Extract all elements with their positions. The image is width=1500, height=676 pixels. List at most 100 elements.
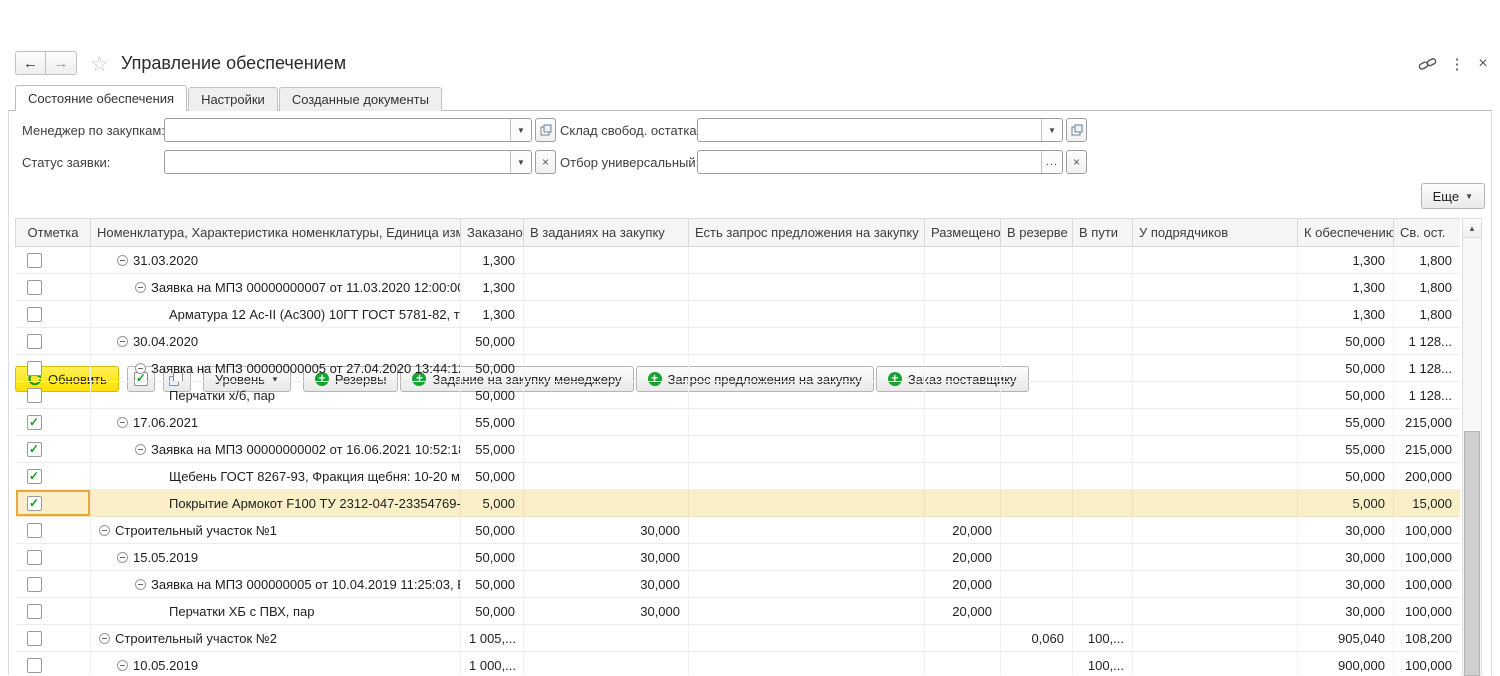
cell-free-rest[interactable]: 100,000	[1394, 652, 1461, 676]
cell-to-provide[interactable]: 1,300	[1298, 274, 1394, 301]
cell-placed[interactable]	[925, 355, 1001, 382]
nomenclature-cell[interactable]: Покрытие Армокот F100 ТУ 2312-047-233547…	[91, 490, 461, 517]
cell-free-rest[interactable]: 1 128...	[1394, 328, 1461, 355]
cell-in-transit[interactable]	[1073, 598, 1133, 625]
cell-at-contractors[interactable]	[1133, 328, 1298, 355]
cell-in-reserve[interactable]: 0,060	[1001, 625, 1073, 652]
cell-placed[interactable]	[925, 382, 1001, 409]
collapse-icon[interactable]	[135, 282, 146, 293]
row-checkbox[interactable]: ✓	[27, 442, 42, 457]
cell-in-transit[interactable]	[1073, 544, 1133, 571]
cell-placed[interactable]	[925, 247, 1001, 274]
cell-ordered[interactable]: 50,000	[461, 382, 524, 409]
nomenclature-cell[interactable]: Перчатки х/б, пар	[91, 382, 461, 409]
col-in-tasks[interactable]: В заданиях на закупку	[524, 219, 689, 247]
back-button[interactable]: ←	[15, 51, 46, 75]
cell-placed[interactable]	[925, 490, 1001, 517]
table-row[interactable]: Заявка на МПЗ 00000000005 от 27.04.2020 …	[16, 355, 1461, 382]
cell-in-reserve[interactable]	[1001, 598, 1073, 625]
cell-to-provide[interactable]: 30,000	[1298, 598, 1394, 625]
cell-ordered[interactable]: 50,000	[461, 463, 524, 490]
row-checkbox[interactable]	[27, 334, 42, 349]
cell-has-request[interactable]	[689, 652, 925, 676]
col-nomenclature[interactable]: Номенклатура, Характеристика номенклатур…	[91, 219, 461, 247]
selection-clear-button[interactable]: ×	[1066, 150, 1087, 174]
cell-in-transit[interactable]	[1073, 301, 1133, 328]
cell-in-reserve[interactable]	[1001, 382, 1073, 409]
cell-in-tasks[interactable]	[524, 652, 689, 676]
nomenclature-cell[interactable]: Строительный участок №1	[91, 517, 461, 544]
cell-ordered[interactable]: 50,000	[461, 598, 524, 625]
cell-ordered[interactable]: 50,000	[461, 544, 524, 571]
cell-in-transit[interactable]	[1073, 436, 1133, 463]
cell-in-transit[interactable]	[1073, 490, 1133, 517]
table-row[interactable]: Перчатки ХБ с ПВХ, пар50,00030,00020,000…	[16, 598, 1461, 625]
row-checkbox[interactable]	[27, 253, 42, 268]
mark-cell[interactable]	[16, 571, 91, 598]
cell-in-reserve[interactable]	[1001, 544, 1073, 571]
col-has-request[interactable]: Есть запрос предложения на закупку	[689, 219, 925, 247]
nomenclature-cell[interactable]: Заявка на МПЗ 00000000002 от 16.06.2021 …	[91, 436, 461, 463]
cell-placed[interactable]	[925, 436, 1001, 463]
nomenclature-cell[interactable]: Перчатки ХБ с ПВХ, пар	[91, 598, 461, 625]
mark-cell[interactable]: ✓	[16, 490, 91, 517]
cell-at-contractors[interactable]	[1133, 544, 1298, 571]
cell-in-reserve[interactable]	[1001, 652, 1073, 676]
cell-ordered[interactable]: 50,000	[461, 328, 524, 355]
mark-cell[interactable]	[16, 301, 91, 328]
row-checkbox[interactable]	[27, 577, 42, 592]
cell-placed[interactable]: 20,000	[925, 517, 1001, 544]
table-row[interactable]: Строительный участок №150,00030,00020,00…	[16, 517, 1461, 544]
collapse-icon[interactable]	[99, 525, 110, 536]
table-row[interactable]: 31.03.20201,3001,3001,800	[16, 247, 1461, 274]
nomenclature-cell[interactable]: 30.04.2020	[91, 328, 461, 355]
col-free-rest[interactable]: Св. ост.	[1394, 219, 1461, 247]
cell-has-request[interactable]	[689, 274, 925, 301]
cell-free-rest[interactable]: 1,800	[1394, 247, 1461, 274]
cell-ordered[interactable]: 1 005,...	[461, 625, 524, 652]
mark-cell[interactable]	[16, 544, 91, 571]
mark-cell[interactable]	[16, 328, 91, 355]
cell-has-request[interactable]	[689, 571, 925, 598]
table-row[interactable]: ✓Покрытие Армокот F100 ТУ 2312-047-23354…	[16, 490, 1461, 517]
col-mark[interactable]: Отметка	[16, 219, 91, 247]
tab-settings[interactable]: Настройки	[188, 87, 278, 111]
cell-free-rest[interactable]: 1,800	[1394, 301, 1461, 328]
scrollbar-thumb[interactable]	[1464, 431, 1480, 676]
cell-ordered[interactable]: 55,000	[461, 409, 524, 436]
cell-in-reserve[interactable]	[1001, 490, 1073, 517]
cell-to-provide[interactable]: 1,300	[1298, 301, 1394, 328]
cell-has-request[interactable]	[689, 409, 925, 436]
status-dropdown-button[interactable]: ▼	[510, 151, 531, 173]
cell-free-rest[interactable]: 100,000	[1394, 517, 1461, 544]
collapse-icon[interactable]	[117, 255, 128, 266]
cell-free-rest[interactable]: 200,000	[1394, 463, 1461, 490]
cell-placed[interactable]	[925, 328, 1001, 355]
nomenclature-cell[interactable]: Арматура 12 Ас-II (Ас300) 10ГТ ГОСТ 5781…	[91, 301, 461, 328]
collapse-icon[interactable]	[117, 660, 128, 671]
cell-free-rest[interactable]: 1,800	[1394, 274, 1461, 301]
cell-placed[interactable]	[925, 652, 1001, 676]
cell-to-provide[interactable]: 1,300	[1298, 247, 1394, 274]
row-checkbox[interactable]	[27, 523, 42, 538]
cell-placed[interactable]	[925, 463, 1001, 490]
cell-has-request[interactable]	[689, 517, 925, 544]
cell-to-provide[interactable]: 50,000	[1298, 328, 1394, 355]
table-row[interactable]: ✓17.06.202155,00055,000215,000	[16, 409, 1461, 436]
cell-free-rest[interactable]: 100,000	[1394, 571, 1461, 598]
col-to-provide[interactable]: К обеспечению	[1298, 219, 1394, 247]
mark-cell[interactable]	[16, 247, 91, 274]
mark-cell[interactable]	[16, 598, 91, 625]
cell-has-request[interactable]	[689, 598, 925, 625]
cell-in-transit[interactable]	[1073, 382, 1133, 409]
cell-in-tasks[interactable]	[524, 409, 689, 436]
cell-free-rest[interactable]: 1 128...	[1394, 355, 1461, 382]
cell-in-reserve[interactable]	[1001, 571, 1073, 598]
warehouse-filter-input[interactable]	[698, 119, 1041, 141]
collapse-icon[interactable]	[117, 552, 128, 563]
tab-created-documents[interactable]: Созданные документы	[279, 87, 442, 111]
collapse-icon[interactable]	[117, 336, 128, 347]
vertical-scrollbar[interactable]: ▲	[1462, 218, 1482, 675]
forward-button[interactable]: →	[46, 51, 77, 75]
mark-cell[interactable]: ✓	[16, 436, 91, 463]
